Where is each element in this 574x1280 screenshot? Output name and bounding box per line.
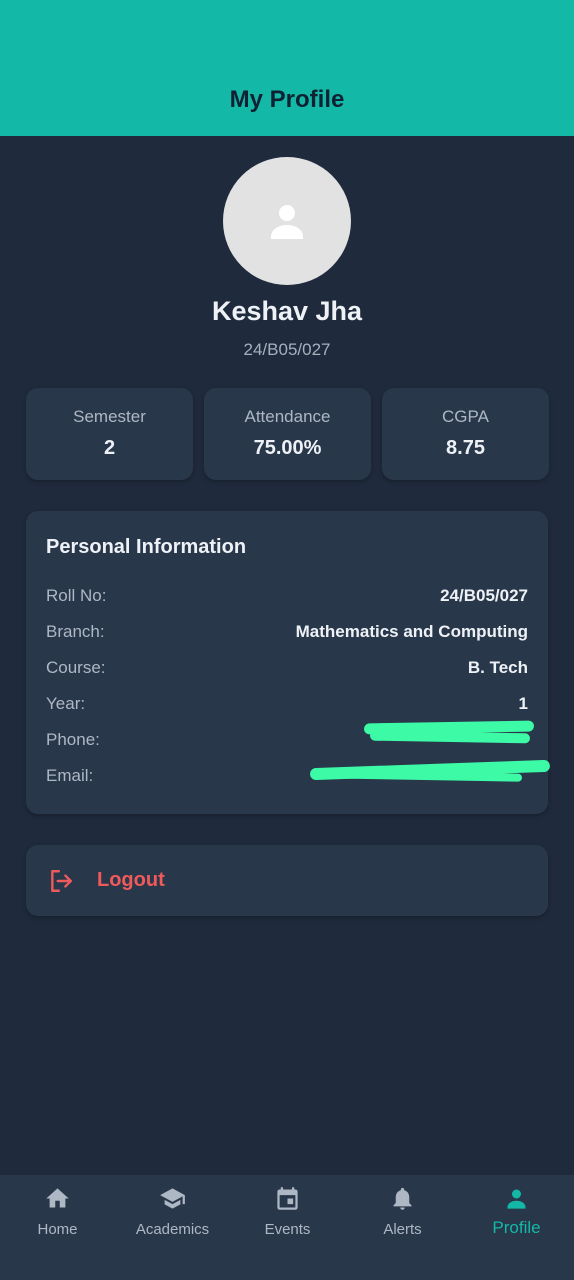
phone-redaction <box>369 730 531 744</box>
nav-item-academics[interactable]: Academics <box>115 1175 230 1280</box>
nav-item-alerts[interactable]: Alerts <box>345 1175 460 1280</box>
nav-item-profile[interactable]: Profile <box>459 1175 574 1280</box>
nav-label: Home <box>37 1221 78 1238</box>
info-row-year: Year: 1 <box>46 694 528 718</box>
semester-label: Semester <box>73 407 146 426</box>
cgpa-label: CGPA <box>442 407 489 426</box>
bell-icon <box>393 1187 412 1210</box>
info-row-branch: Branch: Mathematics and Computing <box>46 622 528 646</box>
info-row-email: Email: <box>46 759 551 790</box>
nav-label: Events <box>264 1221 311 1238</box>
info-row-phone: Phone: <box>46 720 535 754</box>
personal-info-title: Personal Information <box>46 536 247 558</box>
info-label: Course: <box>46 658 106 677</box>
info-label: Roll No: <box>46 586 107 605</box>
info-value: 24/B05/027 <box>440 586 528 605</box>
nav-item-events[interactable]: Events <box>230 1175 345 1280</box>
info-value: Mathematics and Computing <box>295 622 528 641</box>
attendance-card: Attendance 75.00% <box>204 388 371 480</box>
profile-name: Keshav Jha <box>211 296 363 326</box>
info-label: Email: <box>46 766 94 785</box>
info-label: Branch: <box>46 622 105 641</box>
info-label: Year: <box>46 694 86 713</box>
semester-value: 2 <box>103 437 116 459</box>
avatar[interactable] <box>223 157 351 285</box>
info-row-roll-no: Roll No: 24/B05/027 <box>46 586 528 610</box>
info-value: 1 <box>518 694 528 713</box>
graduation-cap-icon <box>160 1188 185 1209</box>
person-icon <box>271 205 303 239</box>
home-icon <box>46 1188 69 1208</box>
info-value: B. Tech <box>467 658 528 677</box>
nav-label: Profile <box>492 1218 541 1237</box>
cgpa-value: 8.75 <box>446 437 485 459</box>
info-label: Phone: <box>46 730 100 749</box>
attendance-value: 75.00% <box>253 437 322 459</box>
app-bar: My Profile <box>0 0 574 136</box>
logout-icon <box>51 870 72 892</box>
logout-button[interactable]: Logout <box>26 845 548 916</box>
calendar-icon <box>277 1187 298 1210</box>
info-row-course: Course: B. Tech <box>46 658 528 682</box>
logout-label: Logout <box>97 869 165 891</box>
nav-label: Academics <box>135 1221 210 1238</box>
person-icon <box>507 1189 526 1209</box>
nav-label: Alerts <box>383 1221 422 1238</box>
personal-info-card: Personal Information Roll No: 24/B05/027… <box>26 511 551 814</box>
nav-item-home[interactable]: Home <box>0 1175 115 1280</box>
cgpa-card: CGPA 8.75 <box>382 388 549 480</box>
page-title: My Profile <box>229 86 345 113</box>
bottom-navigation: Home Academics Events Alerts Profile <box>0 1175 574 1280</box>
attendance-label: Attendance <box>244 407 331 426</box>
semester-card: Semester 2 <box>26 388 193 480</box>
profile-roll-number: 24/B05/027 <box>243 340 331 359</box>
